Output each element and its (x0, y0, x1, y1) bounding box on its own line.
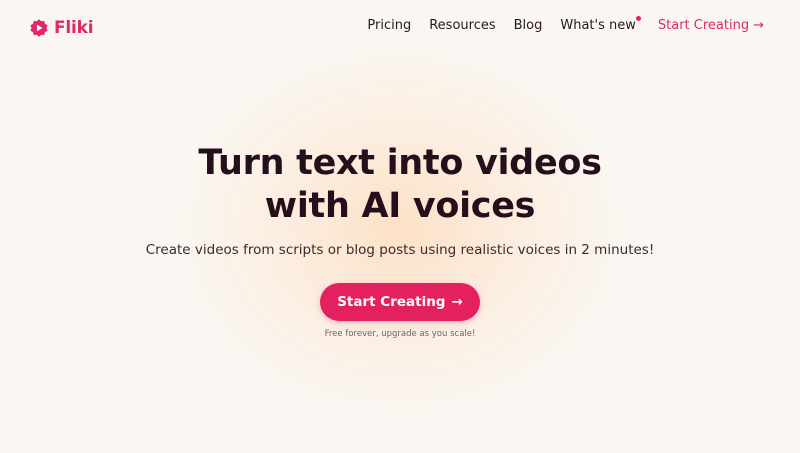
nav-link-whats-new-label: What's new (560, 18, 636, 33)
hero-headline-line-2: with AI voices (264, 186, 536, 226)
nav-link-resources[interactable]: Resources (429, 18, 495, 33)
hero-headline-line-1: Turn text into videos (198, 143, 602, 183)
arrow-right-icon: → (451, 294, 463, 310)
top-navigation: Fliki Pricing Resources Blog What's new … (0, 0, 800, 56)
hero-subheadline: Create videos from scripts or blog posts… (145, 242, 655, 258)
nav-link-whats-new[interactable]: What's new (560, 16, 641, 33)
nav-links: Pricing Resources Blog What's new Start … (367, 16, 764, 33)
free-plan-note: Free forever, upgrade as you scale! (324, 329, 476, 339)
nav-start-creating-link[interactable]: Start Creating → (658, 18, 764, 33)
arrow-right-icon: → (753, 18, 764, 33)
hero-section: Turn text into videos with AI voices Cre… (0, 142, 800, 339)
notification-dot-icon (635, 16, 641, 21)
nav-start-creating-label: Start Creating (657, 18, 750, 33)
play-badge-icon (30, 19, 48, 37)
nav-link-blog[interactable]: Blog (514, 18, 543, 33)
brand-logo[interactable]: Fliki (29, 16, 94, 40)
start-creating-button[interactable]: Start Creating → (320, 283, 480, 321)
start-creating-button-label: Start Creating (337, 294, 446, 310)
brand-name: Fliki (54, 18, 94, 38)
hero-headline: Turn text into videos with AI voices (0, 142, 800, 228)
nav-link-pricing[interactable]: Pricing (367, 18, 411, 33)
